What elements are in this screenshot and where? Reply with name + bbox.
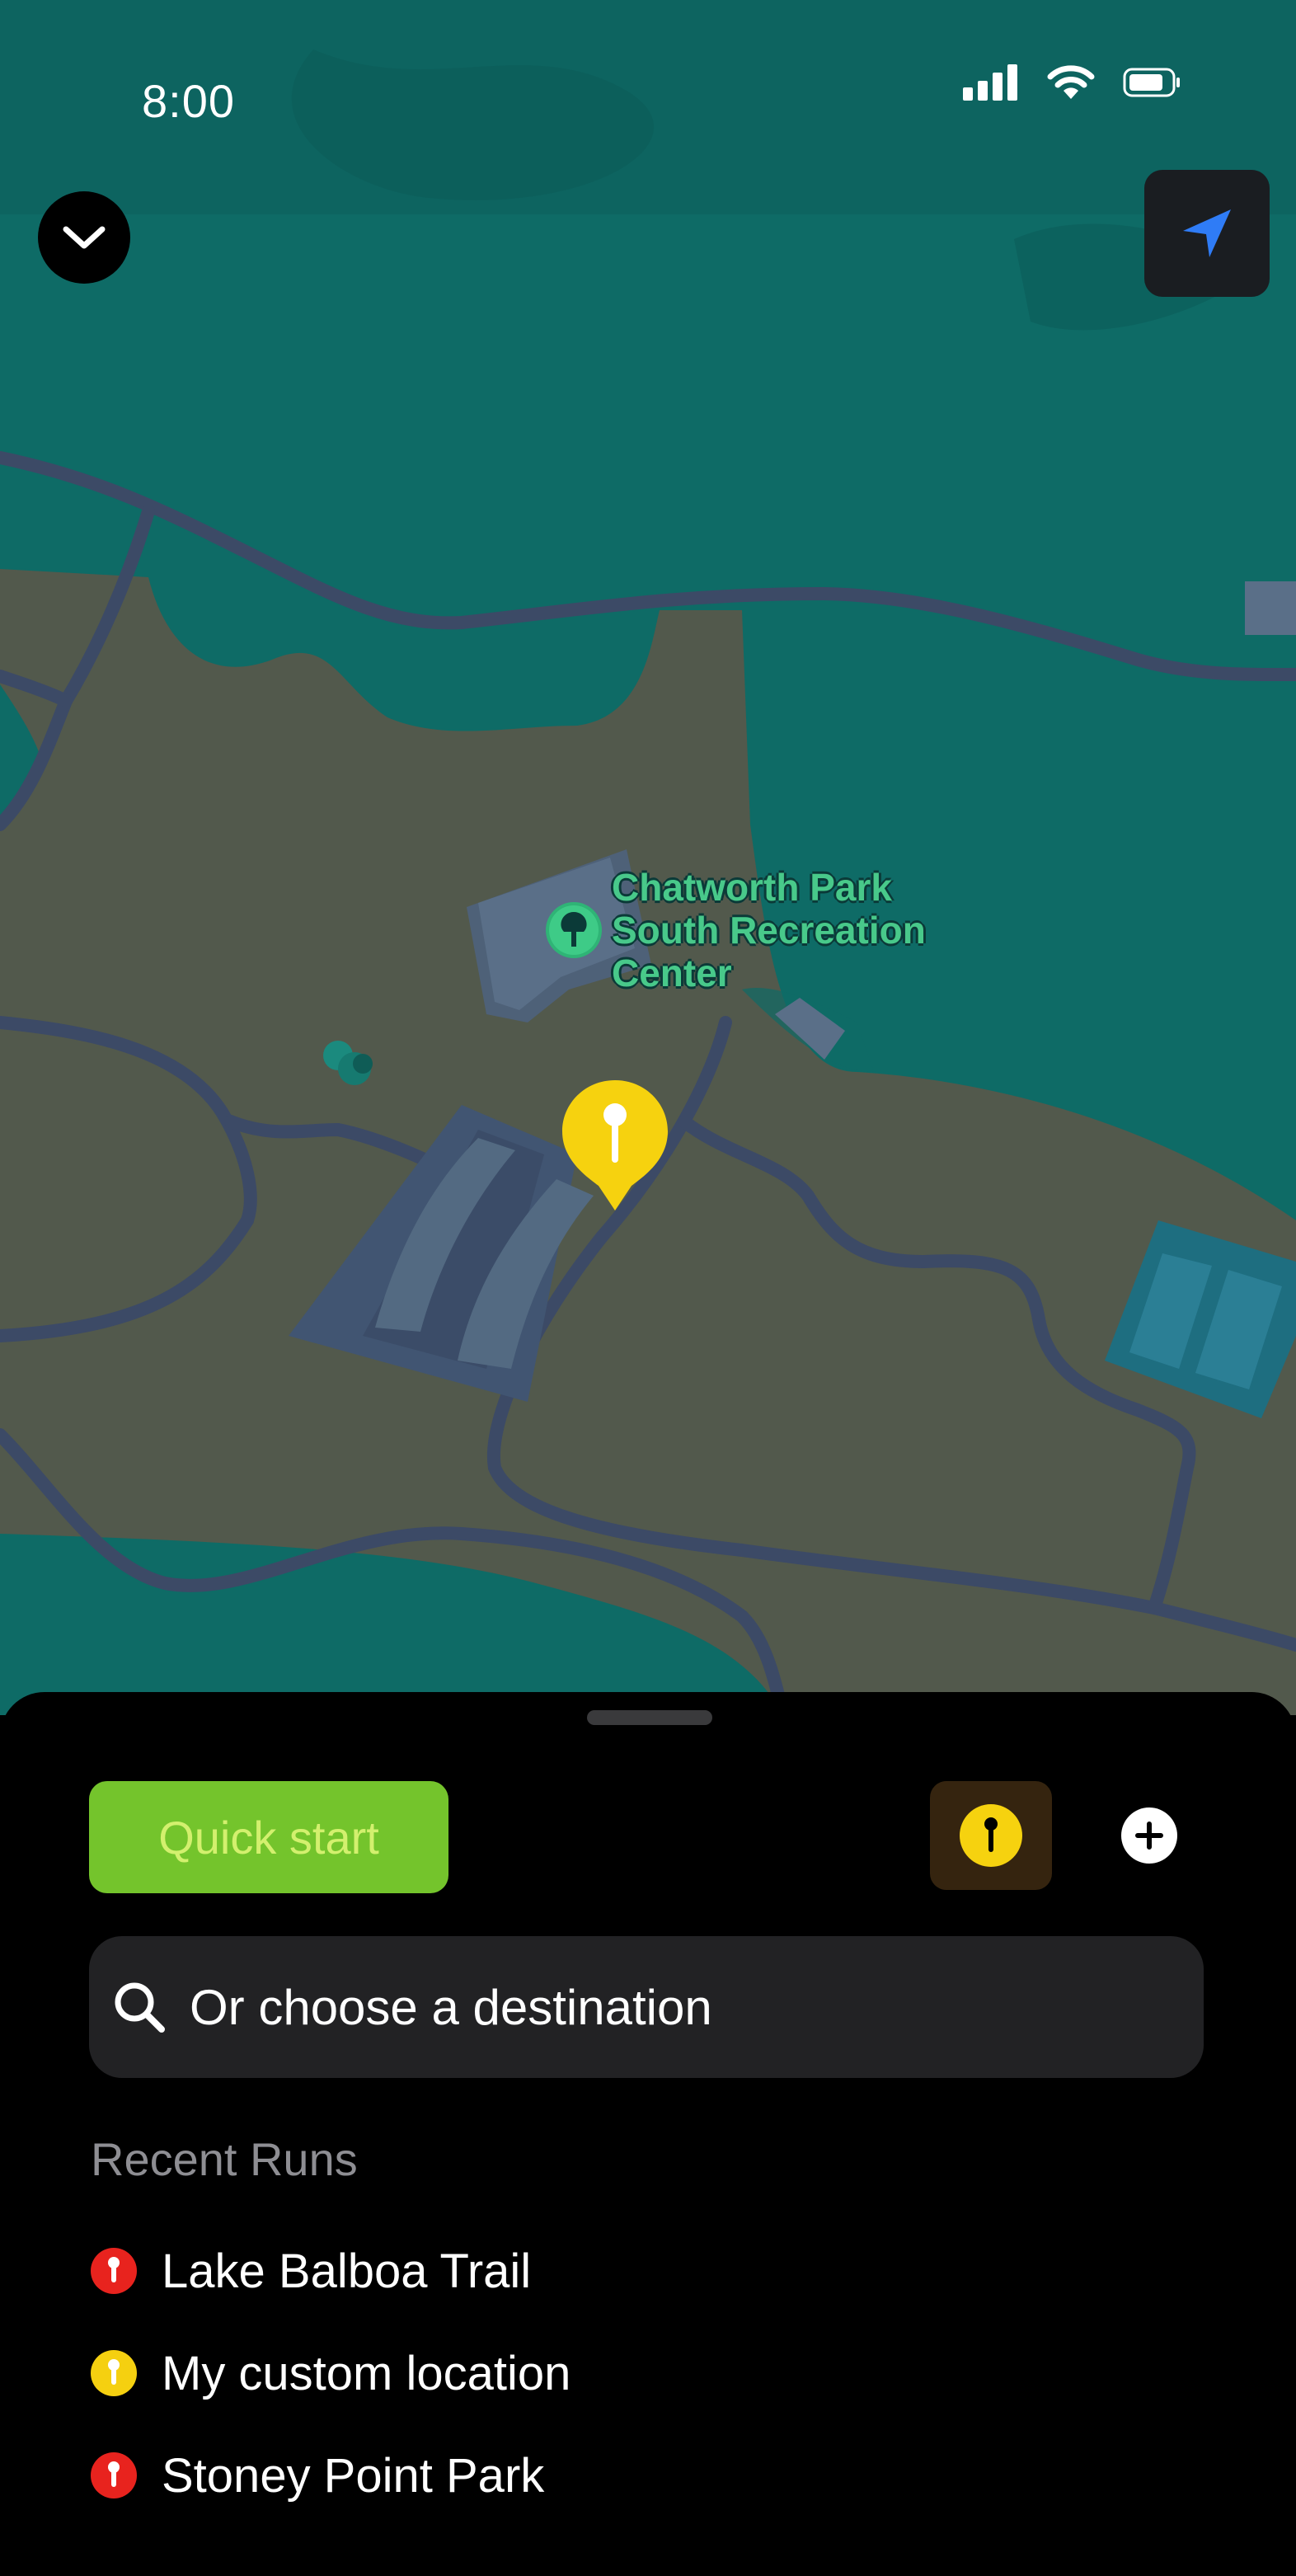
search-input[interactable] xyxy=(188,1977,1139,2037)
poi-label[interactable]: Chatworth Park South Recreation Center xyxy=(612,866,1007,994)
wifi-icon xyxy=(1047,65,1095,99)
poi-label-line: South Recreation xyxy=(612,909,926,952)
location-pin-icon xyxy=(89,2451,139,2500)
chevron-down-icon xyxy=(63,226,106,249)
selected-location-pin-icon[interactable] xyxy=(561,1077,669,1214)
status-icons xyxy=(963,64,1181,101)
sheet-grabber[interactable] xyxy=(587,1710,712,1725)
collapse-button[interactable] xyxy=(38,191,130,284)
map-view[interactable]: 8:00 Chatworth Park South Recreation Cen… xyxy=(0,0,1296,1715)
bottom-sheet[interactable]: Quick start Recent Runs Lake Balboa Trai… xyxy=(0,1692,1296,2576)
custom-pin-icon xyxy=(89,2348,139,2398)
recent-run-item[interactable]: My custom location xyxy=(89,2322,571,2424)
pin-icon xyxy=(960,1804,1022,1867)
destination-search[interactable] xyxy=(89,1936,1204,2078)
recent-run-label: Lake Balboa Trail xyxy=(162,2244,532,2298)
recent-run-item[interactable]: Lake Balboa Trail xyxy=(89,2220,571,2322)
status-time: 8:00 xyxy=(142,75,235,127)
quick-start-button[interactable]: Quick start xyxy=(89,1781,448,1893)
search-icon xyxy=(112,1980,167,2034)
poi-label-line: Center xyxy=(612,952,732,994)
add-button[interactable] xyxy=(1121,1807,1177,1864)
cellular-signal-icon xyxy=(963,64,1017,101)
plus-icon xyxy=(1135,1822,1163,1850)
recent-runs-heading: Recent Runs xyxy=(91,2133,358,2185)
map-canvas xyxy=(0,0,1296,1715)
recent-run-label: My custom location xyxy=(162,2346,571,2400)
current-location-button[interactable] xyxy=(1144,170,1270,297)
recent-runs-list: Lake Balboa Trail My custom location Sto… xyxy=(89,2220,571,2527)
recent-run-item[interactable]: Stoney Point Park xyxy=(89,2424,571,2527)
location-arrow-icon xyxy=(1183,209,1231,257)
custom-pin-button[interactable] xyxy=(930,1781,1052,1890)
recent-run-label: Stoney Point Park xyxy=(162,2448,545,2503)
location-pin-icon xyxy=(89,2246,139,2296)
park-icon[interactable] xyxy=(544,900,603,960)
poi-label-line: Chatworth Park xyxy=(612,866,892,909)
battery-icon xyxy=(1123,68,1180,97)
